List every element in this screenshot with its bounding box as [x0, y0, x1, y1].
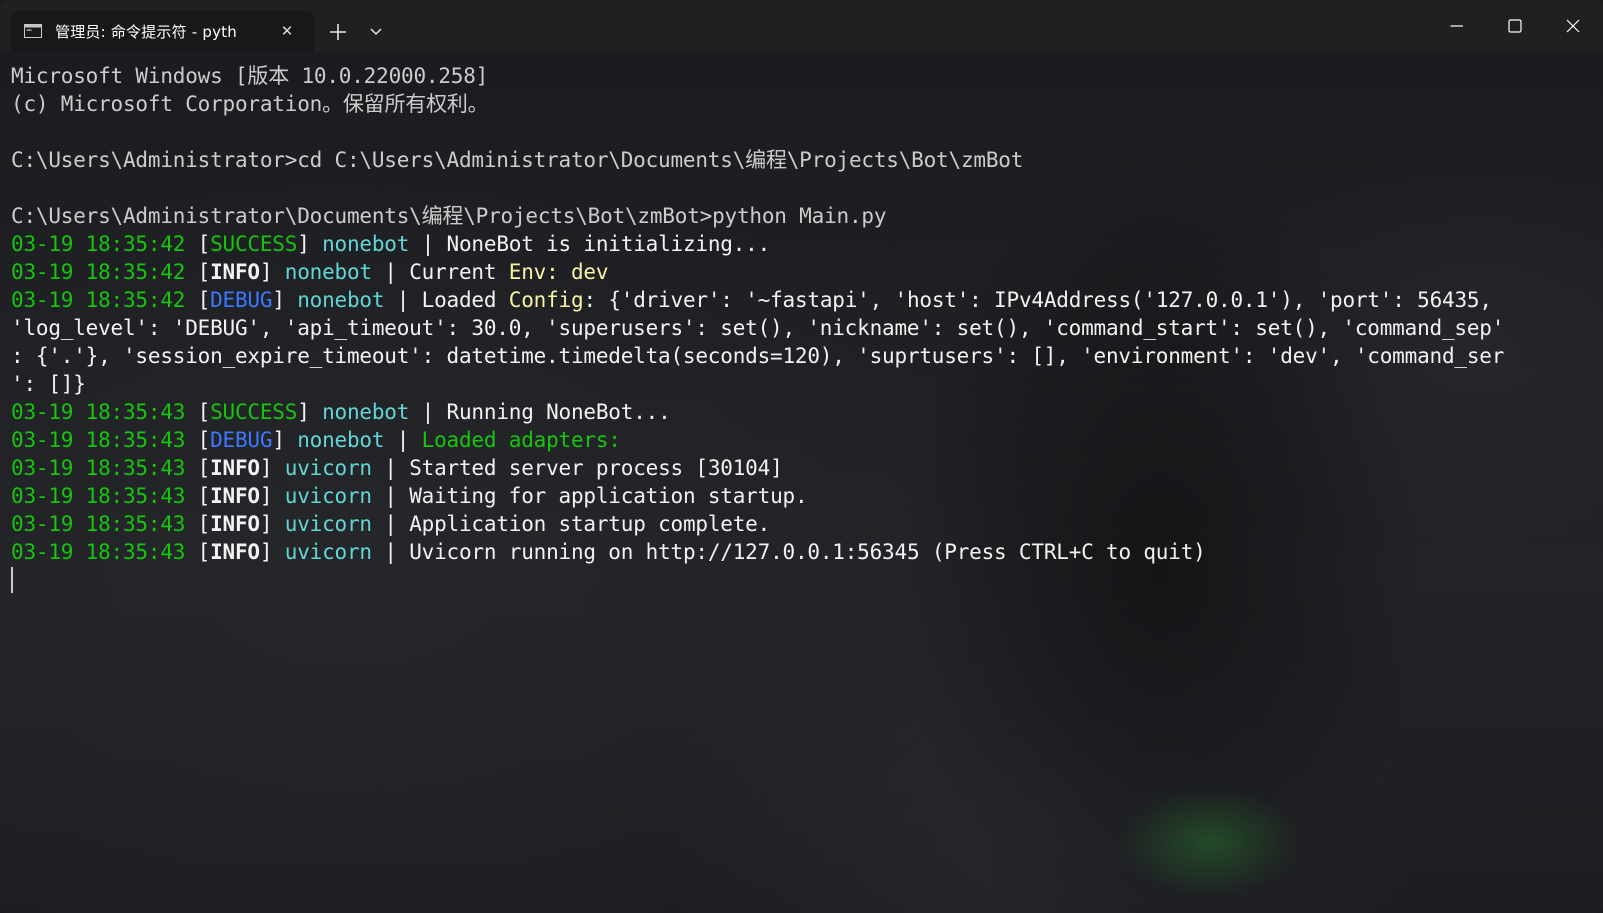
log-level: SUCCESS	[210, 232, 298, 256]
terminal-icon	[24, 24, 42, 38]
log-highlight: Loaded adapters:	[421, 428, 621, 452]
chevron-down-icon[interactable]	[367, 24, 385, 40]
log-line: 03-19 18:35:43 [INFO] uvicorn | Uvicorn …	[11, 540, 1206, 564]
text-cursor	[11, 567, 13, 593]
log-line: 03-19 18:35:43 [INFO] uvicorn | Started …	[11, 456, 783, 480]
terminal-output[interactable]: Microsoft Windows [版本 10.0.22000.258] (c…	[11, 62, 1591, 594]
log-source: nonebot	[322, 232, 410, 256]
log-line: 03-19 18:35:43 [DEBUG] nonebot | Loaded …	[11, 428, 621, 452]
log-time: 03-19 18:35:42	[11, 288, 186, 312]
log-time: 03-19 18:35:43	[11, 428, 186, 452]
log-line: 03-19 18:35:43 [INFO] uvicorn | Waiting …	[11, 484, 808, 508]
log-time: 03-19 18:35:42	[11, 232, 186, 256]
log-message: Uvicorn running on http://127.0.0.1:5634…	[409, 540, 1206, 564]
maximize-icon	[1508, 19, 1522, 33]
prompt-python-line: C:\Users\Administrator\Documents\编程\Proj…	[11, 204, 887, 228]
tab-command-prompt[interactable]: 管理员: 命令提示符 - pyth ✕	[11, 11, 314, 52]
log-level: INFO	[210, 484, 260, 508]
title-bar[interactable]: 管理员: 命令提示符 - pyth ✕	[0, 0, 1603, 52]
log-level: INFO	[210, 260, 260, 284]
log-line: 03-19 18:35:42 [DEBUG] nonebot | Loaded …	[11, 288, 1492, 312]
log-source: uvicorn	[284, 456, 372, 480]
log-message: Waiting for application startup.	[409, 484, 808, 508]
log-time: 03-19 18:35:42	[11, 260, 186, 284]
log-line: 03-19 18:35:43 [INFO] uvicorn | Applicat…	[11, 512, 771, 536]
minimize-button[interactable]	[1428, 0, 1486, 52]
log-source: nonebot	[284, 260, 372, 284]
log-message: Current	[409, 260, 509, 284]
log-message: NoneBot is initializing...	[446, 232, 771, 256]
config-continuation: 'log_level': 'DEBUG', 'api_timeout': 30.…	[11, 316, 1505, 340]
log-time: 03-19 18:35:43	[11, 484, 186, 508]
log-level: INFO	[210, 540, 260, 564]
log-highlight: Env: dev	[508, 260, 609, 284]
log-time: 03-19 18:35:43	[11, 512, 186, 536]
log-message: Loaded	[421, 288, 509, 312]
minimize-icon	[1450, 25, 1463, 27]
maximize-button[interactable]	[1486, 0, 1544, 52]
close-window-button[interactable]	[1544, 0, 1602, 52]
log-source: uvicorn	[284, 512, 372, 536]
version-line: Microsoft Windows [版本 10.0.22000.258]	[11, 64, 489, 88]
log-level: INFO	[210, 456, 260, 480]
log-highlight: Config	[508, 288, 584, 312]
log-time: 03-19 18:35:43	[11, 540, 186, 564]
log-source: nonebot	[322, 400, 410, 424]
log-time: 03-19 18:35:43	[11, 400, 186, 424]
plus-icon[interactable]	[326, 20, 350, 44]
log-message-rest: : {'driver': '~fastapi', 'host': IPv4Add…	[583, 288, 1492, 312]
close-icon[interactable]: ✕	[277, 21, 297, 41]
log-message: Started server process [30104]	[409, 456, 783, 480]
log-message: Application startup complete.	[409, 512, 771, 536]
log-level: SUCCESS	[210, 400, 298, 424]
log-source: uvicorn	[284, 540, 372, 564]
log-line: 03-19 18:35:42 [SUCCESS] nonebot | NoneB…	[11, 232, 771, 256]
cursor-line	[11, 566, 1591, 594]
log-level: DEBUG	[210, 288, 273, 312]
tab-title: 管理员: 命令提示符 - pyth	[55, 23, 237, 41]
log-line: 03-19 18:35:43 [SUCCESS] nonebot | Runni…	[11, 400, 671, 424]
terminal-window: 管理员: 命令提示符 - pyth ✕ Microsoft Windows [版…	[0, 0, 1603, 913]
log-time: 03-19 18:35:43	[11, 456, 186, 480]
log-source: nonebot	[297, 288, 385, 312]
config-continuation: ': []}	[11, 372, 86, 396]
config-continuation: : {'.'}, 'session_expire_timeout': datet…	[11, 344, 1505, 368]
prompt-cd-line: C:\Users\Administrator>cd C:\Users\Admin…	[11, 148, 1024, 172]
log-source: uvicorn	[284, 484, 372, 508]
log-message: Running NoneBot...	[446, 400, 671, 424]
close-window-icon	[1566, 19, 1580, 33]
log-level: DEBUG	[210, 428, 273, 452]
log-line: 03-19 18:35:42 [INFO] nonebot | Current …	[11, 260, 609, 284]
log-level: INFO	[210, 512, 260, 536]
log-source: nonebot	[297, 428, 385, 452]
copyright-line: (c) Microsoft Corporation。保留所有权利。	[11, 92, 489, 116]
